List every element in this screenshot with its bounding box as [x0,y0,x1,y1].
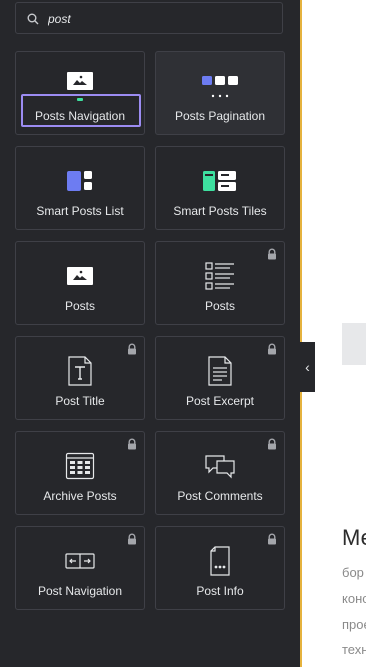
widget-post-info[interactable]: Post Info [155,526,285,610]
widget-post-title[interactable]: Post Title [15,336,145,420]
widget-label: Post Excerpt [185,394,255,408]
widget-post-excerpt[interactable]: Post Excerpt [155,336,285,420]
widget-archive-posts[interactable]: Archive Posts [15,431,145,515]
widget-label: Post Title [55,394,105,408]
search-box[interactable] [15,2,283,34]
widget-posts-pagination[interactable]: Posts Pagination [155,51,285,135]
widget-posts-navigation[interactable]: Posts Navigation [15,51,145,135]
canvas-text-line: конс [342,591,366,606]
search-icon [27,13,39,25]
canvas-heading: Ме [342,525,366,550]
post-excerpt-icon [208,355,232,386]
widget-posts-pro[interactable]: Posts [155,241,285,325]
canvas-text-line: бор [342,565,364,580]
widget-label: Post Info [196,584,244,598]
widget-label: Smart Posts Tiles [173,204,267,218]
archive-posts-icon [65,452,95,479]
widgets-panel: Posts Navigation Posts Pagination [0,0,300,667]
smart-tiles-icon [203,170,236,191]
post-navigation-icon [65,552,95,569]
post-comments-icon [205,454,235,478]
canvas-text-line: проє [342,617,366,632]
widget-label: Posts Pagination [174,109,266,123]
canvas-placeholder-block [342,323,366,365]
widget-label: Post Navigation [37,584,123,598]
chevron-left-icon: ‹ [305,359,310,375]
posts-grid-icon [205,261,234,290]
panel-divider [300,0,302,667]
widget-label: Post Comments [177,489,263,503]
lock-icon [268,438,276,450]
widget-post-comments[interactable]: Post Comments [155,431,285,515]
lock-icon [128,343,136,355]
lock-icon [128,533,136,545]
widget-label: Archive Posts [43,489,117,503]
post-info-icon [210,545,230,576]
lock-icon [268,343,276,355]
widget-label: Posts Navigation [34,109,126,123]
collapse-panel-button[interactable]: ‹ [300,342,315,392]
lock-icon [128,438,136,450]
smart-list-icon [67,170,92,191]
pagination-icon [202,75,238,97]
lock-icon [268,248,276,260]
search-input[interactable] [46,9,270,29]
widget-smart-posts-tiles[interactable]: Smart Posts Tiles [155,146,285,230]
post-title-icon [68,355,92,386]
widget-label: Posts [204,299,235,313]
canvas-text-line: техн [342,642,366,657]
widget-label: Posts [64,299,95,313]
lock-icon [268,533,276,545]
widget-smart-posts-list[interactable]: Smart Posts List [15,146,145,230]
image-dots-icon [67,71,93,101]
widget-label: Smart Posts List [36,204,124,218]
widget-posts[interactable]: Posts [15,241,145,325]
widgets-grid: Posts Navigation Posts Pagination Smart … [15,51,285,610]
image-posts-icon [67,266,93,285]
widget-post-navigation[interactable]: Post Navigation [15,526,145,610]
